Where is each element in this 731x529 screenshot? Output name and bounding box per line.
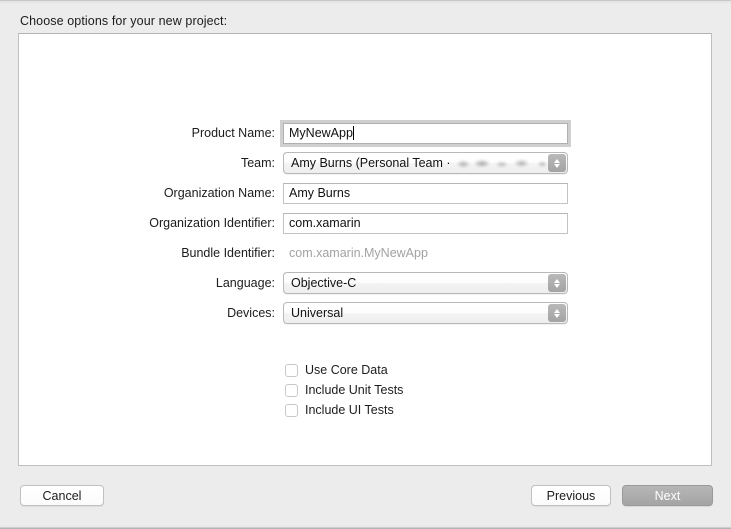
project-options-checkboxes: Use Core Data Include Unit Tests Include… xyxy=(19,360,713,420)
organization-identifier-input[interactable]: com.xamarin xyxy=(283,212,568,234)
team-dropdown-value: Amy Burns (Personal Team · xyxy=(291,156,451,170)
checkbox-icon[interactable] xyxy=(285,383,298,397)
text-caret xyxy=(352,126,354,140)
checkbox-icon[interactable] xyxy=(285,363,298,377)
chevron-updown-icon[interactable] xyxy=(548,304,566,322)
label-devices: Devices: xyxy=(227,306,275,320)
control-product-name: MyNewApp xyxy=(280,119,713,147)
form-row-team: Team: Amy Burns (Personal Team · xyxy=(19,148,713,178)
window-titlebar-edge xyxy=(0,0,731,5)
checkbox-include-ui-tests[interactable]: Include UI Tests xyxy=(19,400,713,420)
control-devices: Universal xyxy=(283,302,713,324)
label-bundle-identifier: Bundle Identifier: xyxy=(181,246,275,260)
window-bottom-edge xyxy=(0,525,731,529)
label-product-name: Product Name: xyxy=(191,126,275,140)
team-dropdown[interactable]: Amy Burns (Personal Team · xyxy=(283,152,568,174)
product-name-value: MyNewApp xyxy=(289,126,353,140)
control-organization-identifier: com.xamarin xyxy=(283,212,713,234)
control-language: Objective-C xyxy=(283,272,713,294)
control-team: Amy Burns (Personal Team · xyxy=(283,152,713,174)
control-bundle-identifier: com.xamarin.MyNewApp xyxy=(283,243,713,264)
label-organization-identifier: Organization Identifier: xyxy=(149,216,275,230)
form-row-devices: Devices: Universal xyxy=(19,298,713,328)
chevron-up-icon xyxy=(554,158,560,163)
product-name-input[interactable]: MyNewApp xyxy=(280,119,571,147)
organization-name-input[interactable]: Amy Burns xyxy=(283,182,568,204)
checkbox-label-use-core-data: Use Core Data xyxy=(305,363,388,377)
chevron-down-icon xyxy=(554,283,560,288)
form-row-organization-name: Organization Name: Amy Burns xyxy=(19,178,713,208)
chevron-down-icon xyxy=(554,313,560,318)
devices-dropdown[interactable]: Universal xyxy=(283,302,568,324)
bundle-identifier-value: com.xamarin.MyNewApp xyxy=(289,246,428,260)
checkbox-use-core-data[interactable]: Use Core Data xyxy=(19,360,713,380)
chevron-updown-icon[interactable] xyxy=(548,274,566,292)
checkbox-label-include-ui-tests: Include UI Tests xyxy=(305,403,394,417)
checkbox-icon[interactable] xyxy=(285,403,298,417)
language-dropdown-value: Objective-C xyxy=(291,276,357,290)
chevron-updown-icon[interactable] xyxy=(548,154,566,172)
checkbox-label-include-unit-tests: Include Unit Tests xyxy=(305,383,404,397)
form-row-language: Language: Objective-C xyxy=(19,268,713,298)
language-dropdown[interactable]: Objective-C xyxy=(283,272,568,294)
label-team: Team: xyxy=(240,156,275,170)
project-options-form: Product Name: MyNewApp Team: Amy Burns (… xyxy=(19,118,713,328)
chevron-down-icon xyxy=(554,163,560,168)
redacted-text xyxy=(454,157,559,169)
chevron-up-icon xyxy=(554,308,560,313)
project-options-panel: Product Name: MyNewApp Team: Amy Burns (… xyxy=(18,33,712,466)
dialog-footer: Cancel Previous Next xyxy=(0,485,731,510)
previous-button[interactable]: Previous xyxy=(531,485,611,506)
label-organization-name: Organization Name: xyxy=(163,186,275,200)
checkbox-include-unit-tests[interactable]: Include Unit Tests xyxy=(19,380,713,400)
devices-dropdown-value: Universal xyxy=(291,306,344,320)
next-button[interactable]: Next xyxy=(622,485,713,506)
form-row-bundle-identifier: Bundle Identifier: com.xamarin.MyNewApp xyxy=(19,238,713,268)
cancel-button[interactable]: Cancel xyxy=(20,485,104,506)
label-language: Language: xyxy=(215,276,275,290)
page-title: Choose options for your new project: xyxy=(20,14,228,28)
control-organization-name: Amy Burns xyxy=(283,182,713,204)
form-row-organization-identifier: Organization Identifier: com.xamarin xyxy=(19,208,713,238)
chevron-up-icon xyxy=(554,278,560,283)
team-dropdown-value-wrap: Amy Burns (Personal Team · xyxy=(284,156,559,170)
form-row-product-name: Product Name: MyNewApp xyxy=(19,118,713,148)
